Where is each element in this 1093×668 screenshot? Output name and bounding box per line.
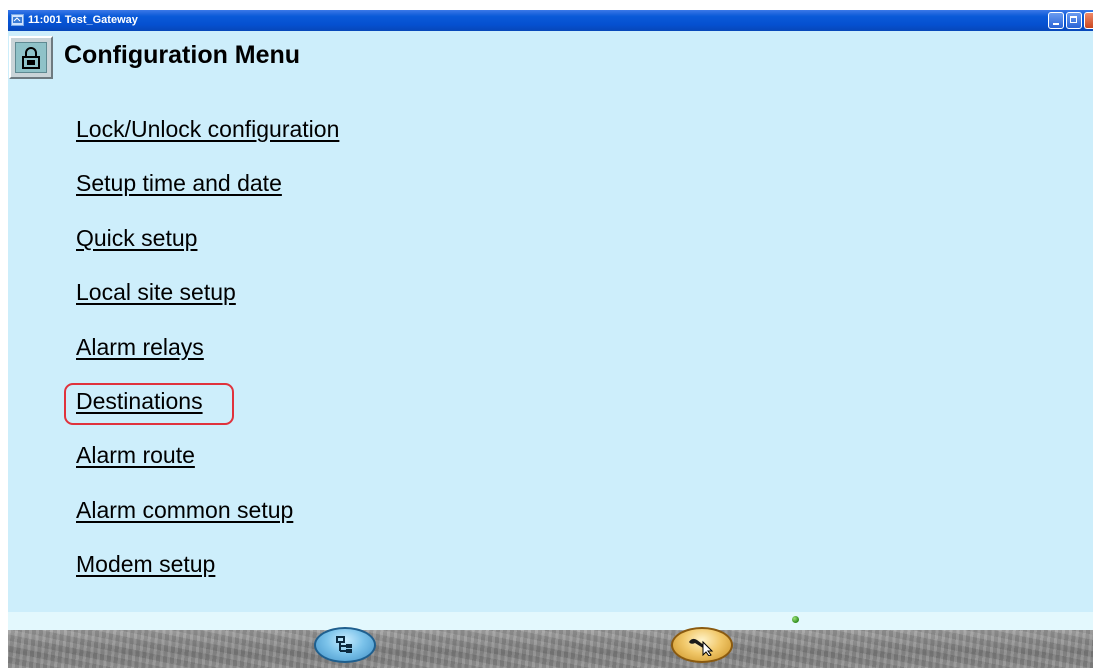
app-icon[interactable] (11, 14, 24, 26)
tree-view-icon (336, 636, 352, 653)
client-area: Configuration Menu Lock/Unlock configura… (8, 31, 1093, 612)
lock-icon-frame (15, 42, 47, 73)
wrench-cursor-icon (689, 638, 714, 656)
menu-item-alarm-common-setup[interactable]: Alarm common setup (76, 497, 293, 524)
tree-view-button[interactable] (314, 627, 376, 663)
menu-item-destinations[interactable]: Destinations (76, 388, 203, 415)
menu-item-alarm-route[interactable]: Alarm route (76, 442, 195, 469)
window-controls (1048, 12, 1093, 29)
menu-item-local-site-setup[interactable]: Local site setup (76, 279, 236, 306)
lock-button[interactable] (9, 36, 53, 79)
configuration-tools-button[interactable] (671, 627, 733, 663)
menu-item-modem-setup[interactable]: Modem setup (76, 551, 215, 578)
minimize-icon (1053, 23, 1059, 25)
maximize-button[interactable] (1066, 12, 1082, 29)
bottom-navigation-bar (8, 627, 1093, 668)
close-button[interactable] (1084, 12, 1093, 29)
menu-item-alarm-relays[interactable]: Alarm relays (76, 334, 204, 361)
page-title: Configuration Menu (64, 41, 301, 69)
status-led-icon (792, 616, 799, 623)
menu-item-lock-unlock-configuration[interactable]: Lock/Unlock configuration (76, 116, 339, 143)
status-strip (8, 612, 1093, 630)
window-titlebar[interactable]: 11:001 Test_Gateway (8, 10, 1093, 31)
menu-item-quick-setup[interactable]: Quick setup (76, 225, 197, 252)
lock-icon (22, 46, 40, 69)
minimize-button[interactable] (1048, 12, 1064, 29)
window-title: 11:001 Test_Gateway (28, 14, 138, 26)
maximize-icon (1070, 16, 1077, 23)
menu-item-setup-time-and-date[interactable]: Setup time and date (76, 170, 282, 197)
